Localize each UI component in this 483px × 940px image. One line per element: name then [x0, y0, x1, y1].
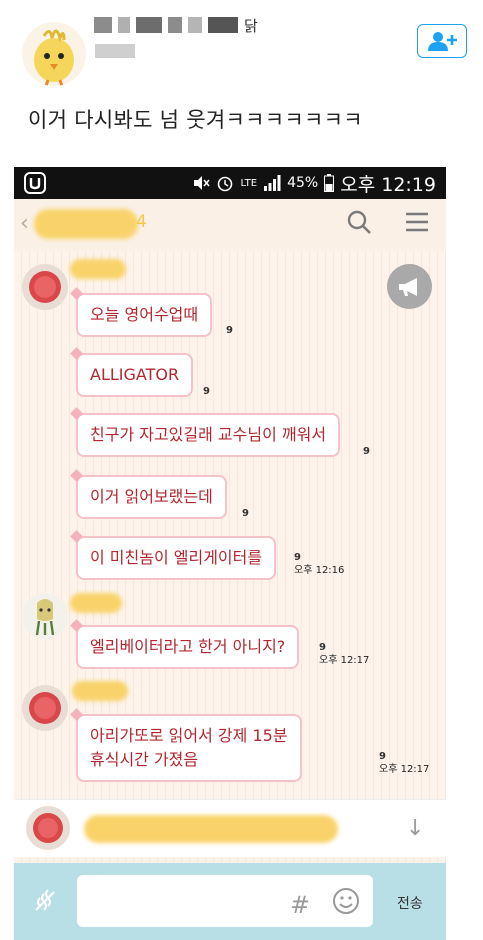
alarm-icon [218, 176, 233, 192]
signal-icon [264, 175, 281, 191]
sender-name [70, 593, 122, 613]
search-icon[interactable] [346, 209, 372, 235]
unread-count: 9 [379, 751, 386, 762]
message-time: 오후 12:17 [379, 764, 430, 775]
unread-count: 9 [203, 386, 210, 397]
attach-icon[interactable] [32, 888, 58, 914]
message-meta: 9 오후 12:17 [379, 750, 429, 776]
user-avatar[interactable] [22, 22, 86, 86]
message-bubble[interactable]: 친구가 자고있길래 교수님이 깨워서 [76, 413, 341, 457]
message-bubble[interactable]: 이거 읽어보랬는데 [76, 475, 227, 519]
message-bubble[interactable]: 아리가또로 읽어서 강제 15분 휴식시간 가졌음 [76, 714, 302, 782]
battery-percent: 45% [287, 175, 319, 191]
status-bar: LTE 45% 오후 12:19 [14, 167, 446, 199]
notice-button[interactable] [387, 264, 432, 309]
message-meta: 9 오후 12:16 [294, 551, 344, 577]
new-message-preview[interactable]: ↓ [14, 799, 446, 857]
message-meta: 9 오후 12:17 [319, 641, 369, 667]
message-meta: 9 [203, 385, 210, 398]
message-bubble[interactable]: 엘리베이터라고 한거 아니지? [76, 625, 300, 669]
unread-count: 9 [294, 552, 301, 563]
user-display-name[interactable]: 닭 [94, 14, 258, 36]
unread-count: 9 [319, 642, 326, 653]
message-input[interactable] [77, 875, 373, 927]
message-meta: 9 [242, 507, 249, 520]
hash-icon[interactable]: # [290, 891, 310, 919]
battery-icon [324, 174, 335, 192]
message-bubble[interactable]: 이 미친놈이 엘리게이터를 [76, 536, 277, 580]
message-input-bar: # 전송 [14, 863, 446, 940]
app-logo-icon [24, 172, 46, 194]
menu-icon[interactable] [405, 211, 429, 233]
add-user-icon [428, 32, 457, 51]
back-icon[interactable]: ‹ [20, 211, 29, 236]
sender-name [72, 681, 128, 701]
sender-name [70, 259, 126, 279]
chat-title [34, 209, 138, 239]
message-meta: 9 [363, 445, 370, 458]
follow-button[interactable] [417, 24, 467, 58]
preview-avatar [26, 806, 70, 850]
sender-avatar[interactable] [22, 264, 68, 310]
user-name-suffix: 닭 [244, 16, 258, 35]
preview-text [84, 815, 338, 843]
unread-count: 9 [226, 325, 233, 336]
unread-count: 9 [242, 508, 249, 519]
chat-screenshot: LTE 45% 오후 12:19 ‹ 4 오늘 영어수업때 9 ALLIGATO… [14, 167, 446, 940]
unread-count: 9 [363, 446, 370, 457]
chat-header: ‹ 4 [14, 199, 446, 251]
sender-avatar[interactable] [22, 593, 68, 639]
message-bubble[interactable]: 오늘 영어수업때 [76, 293, 213, 337]
network-label: LTE [240, 177, 258, 189]
arrow-down-icon[interactable]: ↓ [406, 816, 424, 841]
sender-avatar[interactable] [22, 685, 68, 731]
user-handle[interactable] [95, 44, 135, 58]
megaphone-icon [398, 277, 417, 296]
message-time: 오후 12:16 [294, 565, 345, 576]
send-button[interactable]: 전송 [397, 893, 423, 913]
message-bubble[interactable]: ALLIGATOR [76, 353, 194, 397]
mute-icon [194, 176, 211, 190]
message-meta: 9 [226, 324, 233, 337]
status-time: 오후 12:19 [340, 173, 436, 196]
message-time: 오후 12:17 [319, 655, 370, 666]
emoji-icon[interactable] [332, 887, 360, 915]
member-count: 4 [136, 212, 147, 232]
tweet-text: 이거 다시봐도 넘 웃겨ㅋㅋㅋㅋㅋㅋㅋ [28, 108, 363, 132]
